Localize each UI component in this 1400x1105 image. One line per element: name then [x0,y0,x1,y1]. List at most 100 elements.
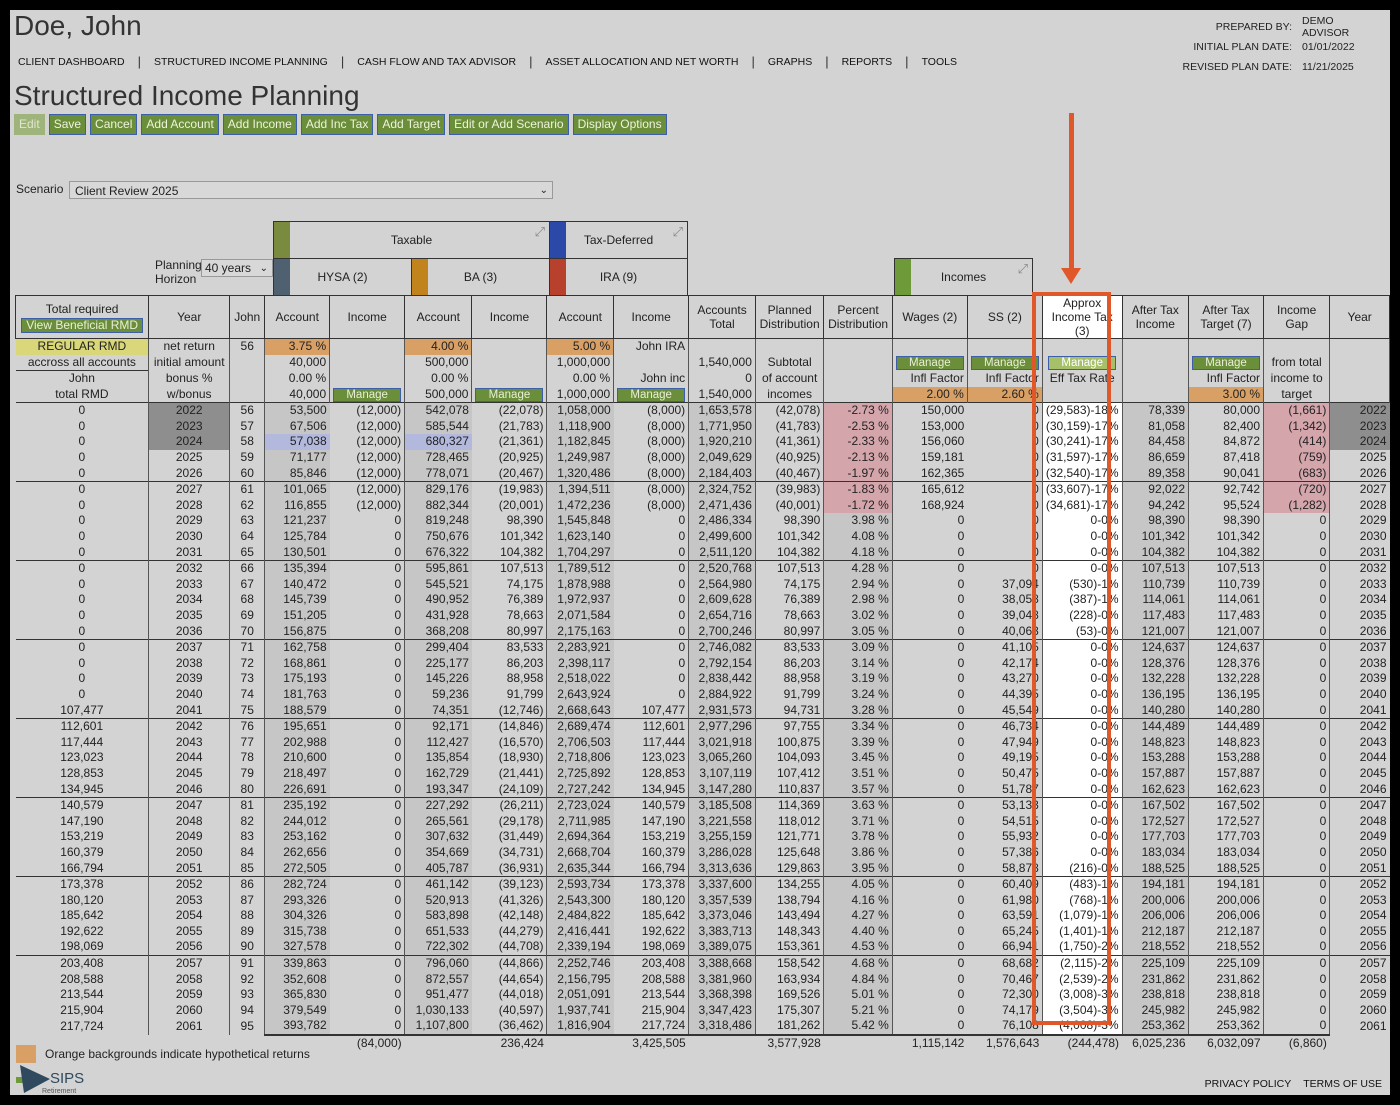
cell-wages: 168,924 [892,497,968,514]
cell-planned-distribution: 175,307 [755,1002,825,1019]
manage-button[interactable]: Manage [1192,356,1260,370]
cell-ira-income: 0 [613,528,690,545]
cell-planned-distribution: 94,731 [755,702,825,719]
cell-income-gap: 0 [1263,796,1331,814]
nav-client-dashboard[interactable]: CLIENT DASHBOARD [18,56,125,68]
cell-age: 56 [229,401,266,419]
nav-cash-flow-and-tax-advisor[interactable]: CASH FLOW AND TAX ADVISOR [357,56,516,68]
cell-hysa-income: 0 [329,655,406,672]
cancel-button[interactable]: Cancel [90,114,138,135]
cell-age: 60 [229,465,266,482]
cell-age: 95 [229,1018,266,1035]
manage-button[interactable]: Manage [475,387,544,402]
nav-reports[interactable]: REPORTS [842,56,893,68]
add-target-button[interactable]: Add Target [377,114,446,135]
cell-wages: 0 [892,655,968,672]
table-row: 153,219 2049 83 253,162 0 307,632 (31,449) 2,69… [15,829,1390,845]
cell-age: 73 [229,671,266,687]
taxable-color-bar [274,222,290,258]
save-button[interactable]: Save [48,114,87,135]
account-hysa-label: HYSA (2) [317,270,368,284]
cell-ira-income: (8,000) [613,465,690,482]
table-row: 203,408 2057 91 339,863 0 796,060 (44,866) 2,25… [15,954,1390,972]
table-row: 0 2024 58 57,038 (12,000) 680,327 (21,361) 1,18… [15,434,1390,450]
nav-graphs[interactable]: GRAPHS [768,56,812,68]
display-options-button[interactable]: Display Options [572,114,667,135]
cell-ba-income: (36,462) [471,1018,548,1035]
cell-income-gap: 0 [1263,844,1331,861]
view-beneficial-rmd-button[interactable]: View Beneficial RMD [21,317,144,333]
cell-percent-distribution: 3.78 % [823,829,893,845]
terms-of-use-link[interactable]: TERMS OF USE [1303,1078,1382,1090]
total-ira-income: 3,425,505 [613,1033,689,1052]
table-row: 0 2022 56 53,500 (12,000) 542,078 (22,078) 1,05… [15,401,1390,419]
cell-percent-distribution: 4.53 % [823,939,893,956]
manage-button[interactable]: Manage [1048,356,1117,370]
scenario-select[interactable]: Client Review 2025 ⌄ [69,181,553,199]
cell-rmd: 0 [15,449,150,466]
cell-planned-distribution: 100,875 [755,734,825,751]
cell-year: 2031 [148,544,231,561]
cell-planned-distribution: 129,863 [755,860,825,877]
cell-ss: 42,174 [967,655,1043,672]
cell-after-tax-income: 128,376 [1122,655,1190,672]
cell-income-tax: 0-0% [1042,734,1123,751]
cell-year: 2026 [148,465,231,482]
manage-button[interactable]: Manage [617,387,686,402]
cell-after-tax-income: 253,362 [1122,1018,1190,1035]
cell-planned-distribution: 138,794 [755,892,825,908]
cell-percent-distribution: 3.71 % [823,813,893,830]
cell-year: 2046 [148,781,231,798]
manage-button[interactable]: Manage [970,356,1039,370]
cell-year-right: 2053 [1329,892,1390,908]
cell-age: 78 [229,750,266,766]
cell-hysa-income: 0 [329,702,406,719]
add-account-button[interactable]: Add Account [141,114,219,135]
cell-after-tax-target: 177,703 [1188,829,1264,845]
cell-income-gap: (414) [1263,434,1331,450]
cell-ira-income: 153,219 [613,829,690,845]
add-inc-tax-button[interactable]: Add Inc Tax [300,114,374,135]
cell-year: 2047 [148,796,231,814]
cell-age: 67 [229,576,266,593]
nav-tools[interactable]: TOOLS [922,56,957,68]
cell-income-gap: 0 [1263,954,1331,972]
manage-button[interactable]: Manage [895,356,964,370]
cell-year-right: 2046 [1329,781,1390,798]
collapse-icon[interactable]: ⤢ [535,224,545,240]
total-ira-account [546,1033,614,1052]
setup-cell-ss: Infl Factor [967,370,1043,387]
nav-asset-allocation-and-net-worth[interactable]: ASSET ALLOCATION AND NET WORTH [546,56,739,68]
cell-ira-account: 1,394,511 [546,480,614,498]
cell-ss: 51,787 [967,781,1043,798]
cell-year-right: 2052 [1329,875,1390,893]
cell-income-tax: (2,115)-2% [1042,954,1123,972]
add-income-button[interactable]: Add Income [222,114,297,135]
cell-ba-income: 107,513 [471,559,548,577]
cell-hysa-income: 0 [329,734,406,751]
cell-planned-distribution: 83,533 [755,638,825,656]
cell-accounts-total: 3,318,486 [688,1018,756,1035]
planning-horizon-select[interactable]: 40 years ⌄ [201,259,273,277]
cell-income-gap: (1,342) [1263,418,1331,435]
cell-wages: 0 [892,844,968,861]
privacy-policy-link[interactable]: PRIVACY POLICY [1205,1078,1292,1090]
table-row: 192,622 2055 89 315,738 0 651,533 (44,279) 2,41… [15,923,1390,940]
total-wages: 1,115,142 [892,1033,968,1052]
cell-income-tax: 0-0% [1042,844,1123,861]
nav-structured-income-planning[interactable]: STRUCTURED INCOME PLANNING [154,56,328,68]
cell-income-tax: 0-0% [1042,829,1123,845]
cell-accounts-total: 2,471,436 [688,497,756,514]
manage-button[interactable]: Manage [333,387,402,402]
cell-after-tax-income: 140,280 [1122,702,1190,719]
cell-planned-distribution: 104,093 [755,750,825,766]
cell-planned-distribution: 114,369 [755,796,825,814]
edit-button[interactable]: Edit [14,114,45,135]
setup-cell-rmd: accross all accounts [15,354,150,371]
cell-accounts-total: 2,049,629 [688,449,756,466]
collapse-icon[interactable]: ⤢ [673,224,683,240]
collapse-icon[interactable]: ⤢ [1018,261,1028,277]
cell-planned-distribution: 107,412 [755,765,825,782]
edit-or-add-scenario-button[interactable]: Edit or Add Scenario [449,114,569,135]
table-row: 213,544 2059 93 365,830 0 951,477 (44,018) 2,05… [15,986,1390,1003]
